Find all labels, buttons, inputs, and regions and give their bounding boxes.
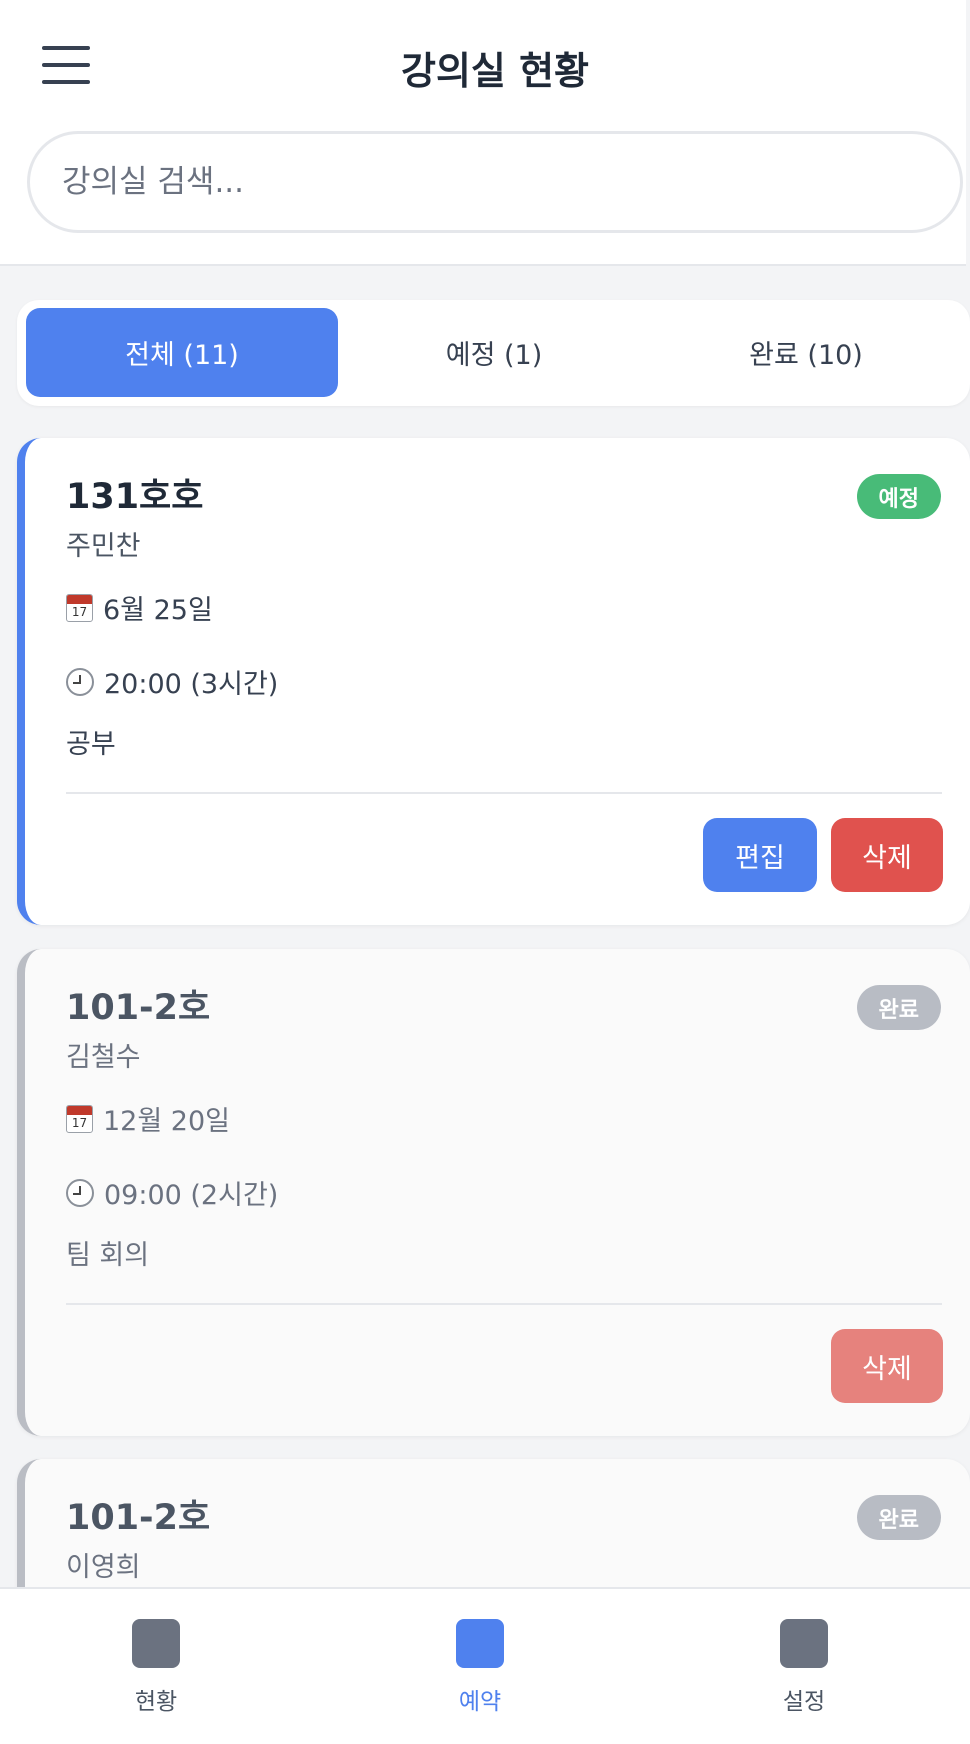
reservation-date: 12월 20일: [103, 1106, 230, 1137]
clock-icon: [66, 667, 94, 696]
page-title: 강의실 현황: [400, 49, 590, 93]
search-input[interactable]: [27, 131, 963, 233]
reservation-card: 131호호 주민찬 예정 17 6월 25일 20:00 (3시간) 공부 편집…: [17, 438, 970, 925]
nav-item-reservation[interactable]: 예약: [410, 1619, 550, 1719]
room-name: 101-2호: [66, 988, 211, 1028]
nav-item-status[interactable]: 현황: [86, 1619, 226, 1719]
status-icon: [132, 1619, 180, 1668]
calendar-icon: 17: [66, 593, 93, 622]
nav-label: 현황: [134, 1689, 178, 1715]
room-name: 131호호: [66, 477, 204, 517]
reservation-purpose: 공부: [66, 729, 116, 760]
calendar-icon-number: 17: [71, 1115, 88, 1130]
divider: [66, 792, 942, 794]
nav-item-settings[interactable]: 설정: [734, 1619, 874, 1719]
delete-button[interactable]: 삭제: [831, 1329, 943, 1403]
bottom-nav: 현황 예약 설정: [0, 1587, 970, 1744]
nav-label: 예약: [458, 1689, 502, 1715]
edit-button[interactable]: 편집: [703, 818, 817, 892]
filter-tabs: 전체 (11) 예정 (1) 완료 (10): [17, 300, 970, 406]
status-badge: 예정: [856, 474, 941, 519]
settings-icon: [780, 1619, 828, 1668]
divider: [66, 1303, 942, 1305]
calendar-icon-number: 17: [71, 604, 88, 619]
delete-button[interactable]: 삭제: [831, 818, 943, 892]
reservation-purpose: 팀 회의: [66, 1240, 150, 1271]
time-row: 20:00 (3시간): [66, 662, 278, 701]
clock-icon: [66, 1178, 94, 1207]
reservation-date: 6월 25일: [103, 595, 213, 626]
tab-scheduled[interactable]: 예정 (1): [338, 308, 650, 397]
reserver-name: 김철수: [66, 1042, 141, 1073]
reservation-time: 20:00 (3시간): [104, 669, 279, 700]
date-row: 17 12월 20일: [66, 1099, 230, 1138]
calendar-icon: 17: [66, 1104, 93, 1133]
nav-label: 설정: [782, 1689, 826, 1715]
room-name: 101-2호: [66, 1498, 211, 1538]
reserver-name: 이영희: [66, 1552, 141, 1583]
reserver-name: 주민찬: [66, 531, 141, 562]
reservation-time: 09:00 (2시간): [104, 1180, 279, 1211]
header: 강의실 현황: [0, 0, 966, 266]
time-row: 09:00 (2시간): [66, 1173, 278, 1212]
date-row: 17 6월 25일: [66, 588, 213, 627]
tab-completed[interactable]: 완료 (10): [650, 308, 962, 397]
reservation-icon: [456, 1619, 504, 1668]
reservation-card: 101-2호 김철수 완료 17 12월 20일 09:00 (2시간) 팀 회…: [17, 949, 970, 1436]
tab-all[interactable]: 전체 (11): [26, 308, 338, 397]
status-badge: 완료: [856, 1495, 941, 1540]
app-screen: 강의실 현황 전체 (11) 예정 (1) 완료 (10) 131호호 주민찬 …: [0, 0, 970, 1744]
status-badge: 완료: [856, 985, 941, 1030]
